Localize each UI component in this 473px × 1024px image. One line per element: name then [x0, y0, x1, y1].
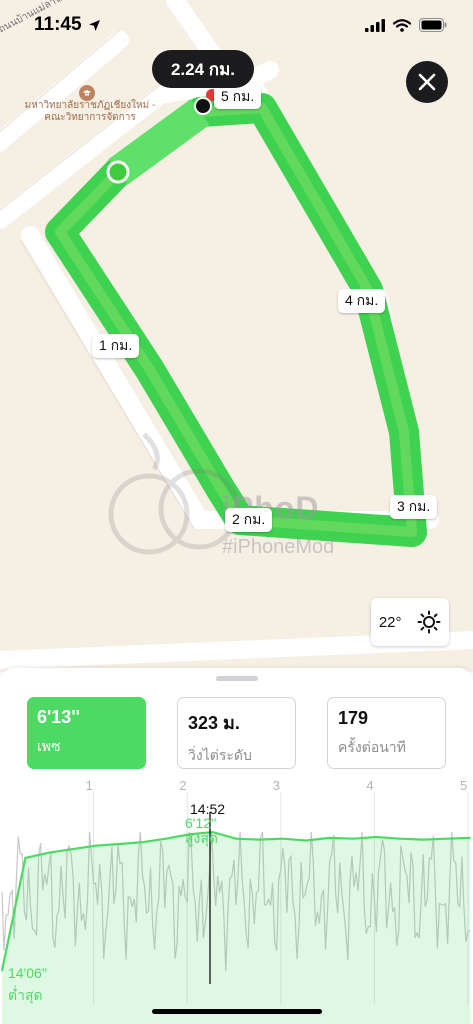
pace-point: [118, 843, 120, 845]
pace-point: [24, 857, 27, 859]
pace-area: [2, 832, 470, 1024]
cellular-signal-icon: [365, 18, 385, 32]
status-bar: 11:45: [0, 0, 473, 50]
sheet-grabber[interactable]: [216, 676, 258, 681]
route-map[interactable]: ถนนบ้านแม่ลานไน มหาวิทยาลัยราชภัฏเชียงให…: [0, 0, 473, 672]
km-marker-1[interactable]: 1 กม.: [92, 334, 140, 358]
battery-icon: [419, 18, 447, 32]
elevation-value: 323 ม.: [188, 713, 240, 733]
poi-label[interactable]: มหาวิทยาลัยราชภัฏเชียงใหม่ - คณะวิทยาการ…: [16, 100, 164, 124]
km-marker-4[interactable]: 4 กม.: [338, 289, 386, 313]
pace-chart-svg[interactable]: 12345 14:52 6'12'' สูงสุด 14'06'' ต่ำสุด: [0, 772, 473, 1024]
pace-point: [422, 838, 425, 841]
scrub-position-marker: [194, 97, 212, 115]
home-indicator[interactable]: [152, 1009, 322, 1014]
worst-pace-value: 14'06'': [8, 965, 47, 981]
pace-value: 6'13'': [37, 707, 80, 727]
elevation-metric-card[interactable]: 323 ม. วิ่งไต่ระดับ: [177, 697, 296, 769]
pace-point: [48, 851, 50, 854]
pace-point: [282, 837, 284, 840]
location-arrow-icon: [88, 19, 100, 31]
x-tick-label: 1: [86, 778, 93, 793]
start-marker: [106, 160, 130, 184]
x-tick-label: 2: [179, 778, 186, 793]
best-pace-value: 6'12'': [185, 815, 216, 831]
x-tick-label: 5: [460, 778, 467, 793]
workout-detail-sheet[interactable]: 6'13'' เพซ 323 ม. วิ่งไต่ระดับ 179 ครั้ง…: [0, 668, 473, 1024]
weather-chip[interactable]: 22°: [371, 598, 449, 646]
pace-point: [71, 848, 73, 850]
x-tick-label: 3: [273, 778, 280, 793]
pace-point: [399, 837, 401, 840]
x-tick-label: 4: [366, 778, 373, 793]
temperature: 22°: [378, 613, 402, 631]
worst-pace-label: ต่ำสุด: [8, 986, 43, 1004]
pace-label: เพซ: [37, 738, 61, 754]
pace-point: [469, 837, 471, 839]
cadence-value: 179: [338, 708, 369, 728]
pace-point: [445, 837, 448, 840]
pace-metric-card[interactable]: 6'13'' เพซ: [27, 697, 146, 769]
km-marker-5[interactable]: 5 กม.: [214, 85, 262, 109]
pace-point: [165, 837, 167, 840]
pace-point: [328, 837, 331, 839]
wifi-icon: [393, 18, 411, 32]
pace-point: [94, 844, 97, 847]
watermark-hashtag: #iPhoneMod: [222, 536, 335, 558]
close-button[interactable]: [406, 61, 448, 103]
pace-point: [258, 838, 261, 841]
pace-point: [235, 837, 237, 840]
pace-chart[interactable]: 12345 14:52 6'12'' สูงสุด 14'06'' ต่ำสุด: [0, 772, 473, 1024]
km-marker-2[interactable]: 2 กม.: [225, 508, 273, 532]
close-icon: [418, 73, 436, 91]
distance-bubble: 2.24 กม.: [152, 50, 254, 88]
pace-point: [1, 969, 3, 972]
km-marker-3[interactable]: 3 กม.: [390, 495, 438, 519]
status-time: 11:45: [34, 14, 82, 35]
pace-point: [188, 833, 190, 836]
pace-point: [211, 831, 214, 833]
cadence-metric-card[interactable]: 179 ครั้งต่อนาที: [327, 697, 446, 769]
sun-icon: [417, 610, 441, 634]
elevation-label: วิ่งไต่ระดับ: [188, 747, 252, 763]
pace-point: [305, 839, 308, 842]
cadence-label: ครั้งต่อนาที: [338, 739, 406, 755]
pace-point: [352, 837, 354, 840]
pace-point: [375, 836, 378, 838]
pace-point: [141, 841, 144, 844]
university-icon[interactable]: [79, 85, 95, 101]
